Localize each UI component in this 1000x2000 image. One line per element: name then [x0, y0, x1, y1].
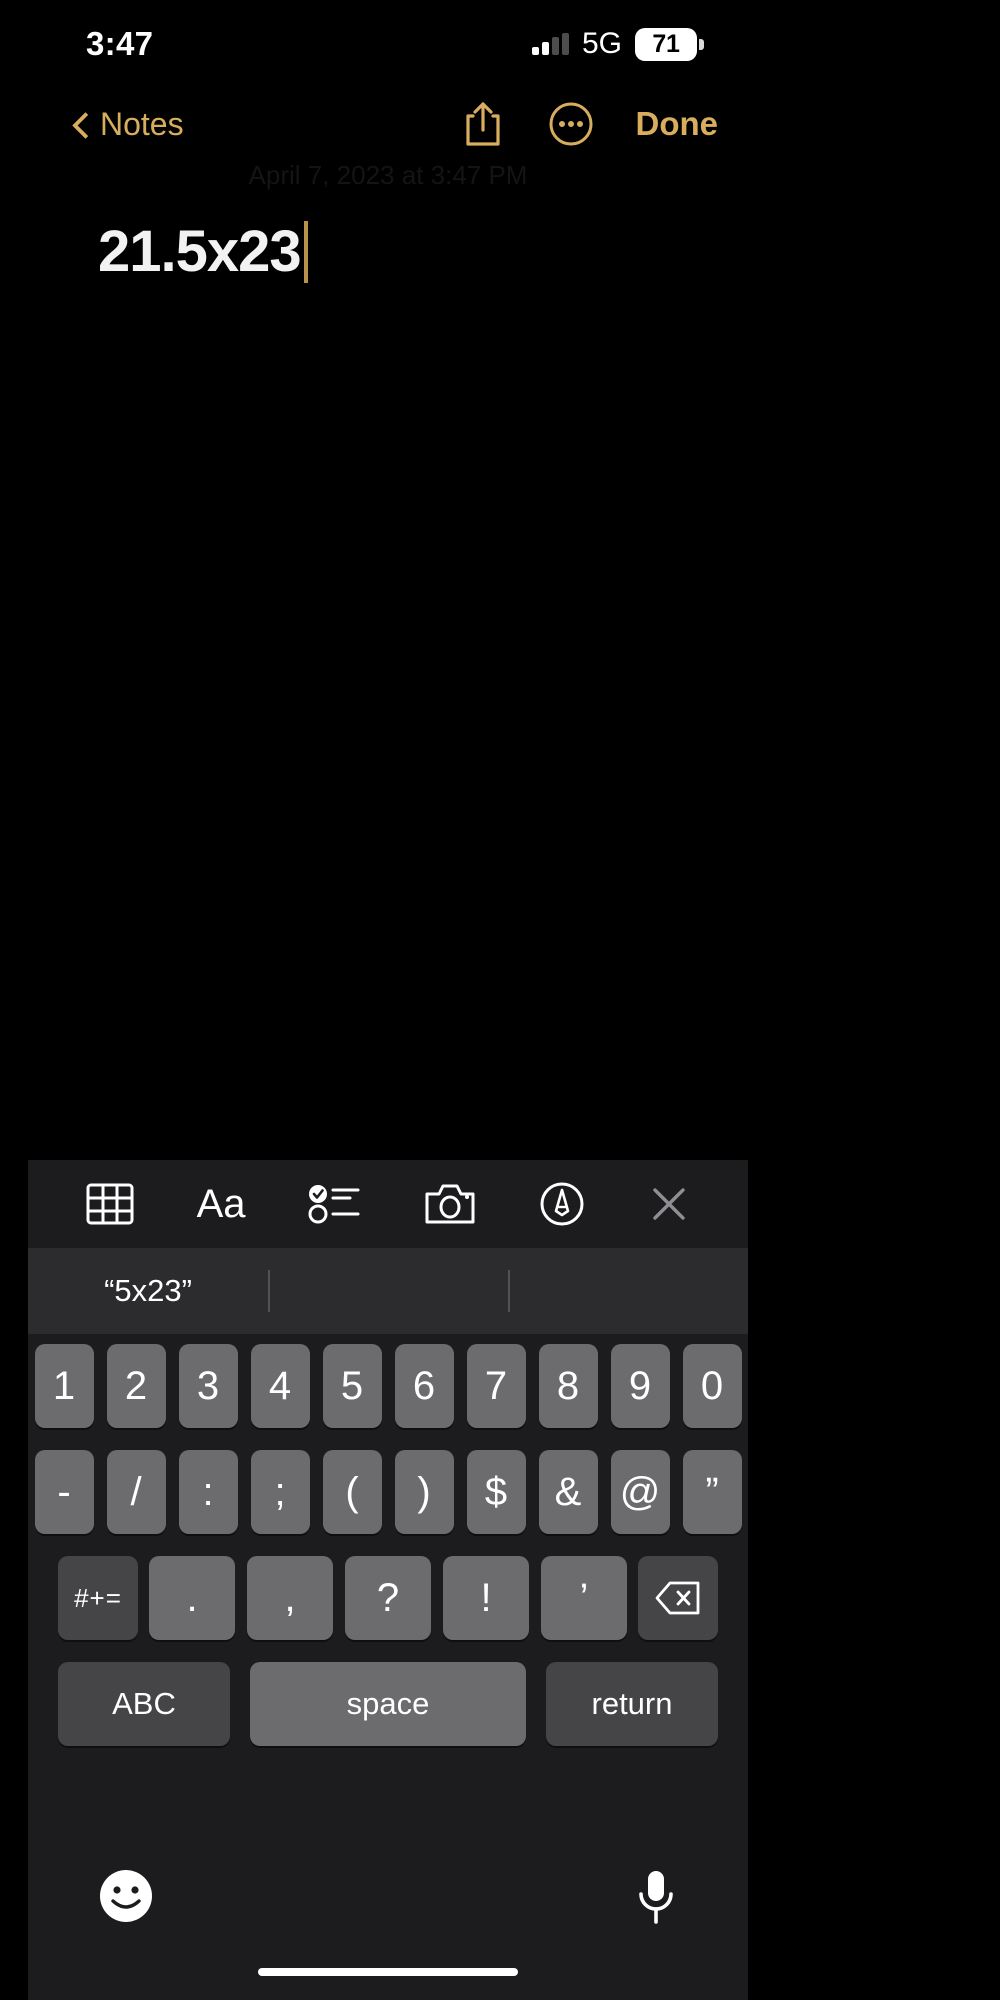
battery-body: 71 — [635, 27, 697, 61]
note-date-label: April 7, 2023 at 3:47 PM — [248, 160, 528, 190]
numeric-symbol-keyboard: 1 2 3 4 5 6 7 8 9 0 - / : ; ( ) $ & @ ” … — [28, 1334, 748, 2000]
backspace-delete-icon[interactable] — [638, 1556, 718, 1640]
key-space[interactable]: space — [250, 1662, 526, 1746]
status-bar: 3:47 5G 71 — [28, 0, 748, 88]
key-0[interactable]: 0 — [682, 1344, 742, 1428]
done-button[interactable]: Done — [636, 105, 719, 143]
keyboard-utility-row — [28, 1850, 748, 2000]
table-icon[interactable] — [86, 1183, 134, 1225]
suggestion-3[interactable] — [508, 1248, 748, 1334]
note-title-text[interactable]: 21.5x23 — [98, 218, 302, 285]
key-paren-close[interactable]: ) — [394, 1450, 454, 1534]
chevron-left-icon — [70, 114, 90, 134]
key-6[interactable]: 6 — [394, 1344, 454, 1428]
key-at[interactable]: @ — [610, 1450, 670, 1534]
keyboard-symbol-row: - / : ; ( ) $ & @ ” — [28, 1450, 748, 1534]
key-paren-open[interactable]: ( — [322, 1450, 382, 1534]
share-up-arrow-icon[interactable] — [462, 100, 504, 148]
suggestion-1[interactable]: “5x23” — [28, 1248, 268, 1334]
back-to-notes-button[interactable]: Notes — [70, 106, 184, 143]
keyboard-number-row: 1 2 3 4 5 6 7 8 9 0 — [28, 1344, 748, 1428]
punctuation-keys-group: . , ? ! ’ — [138, 1556, 638, 1640]
key-symbols-toggle[interactable]: #+= — [58, 1556, 138, 1640]
suggestion-2[interactable] — [268, 1248, 508, 1334]
text-format-icon[interactable]: Aa — [197, 1182, 246, 1227]
key-period[interactable]: . — [149, 1556, 235, 1640]
battery-level-label: 71 — [652, 29, 680, 58]
key-question[interactable]: ? — [345, 1556, 431, 1640]
key-abc-toggle[interactable]: ABC — [58, 1662, 230, 1746]
markup-pen-icon[interactable] — [539, 1181, 585, 1227]
key-quote[interactable]: ” — [682, 1450, 742, 1534]
note-editor-area[interactable]: April 7, 2023 at 3:47 PM 21.5x23 — [28, 88, 748, 1160]
camera-icon[interactable] — [423, 1182, 477, 1226]
nav-actions — [462, 100, 594, 148]
key-hyphen[interactable]: - — [34, 1450, 94, 1534]
key-ampersand[interactable]: & — [538, 1450, 598, 1534]
key-comma[interactable]: , — [247, 1556, 333, 1640]
key-apostrophe[interactable]: ’ — [541, 1556, 627, 1640]
key-semicolon[interactable]: ; — [250, 1450, 310, 1534]
key-return[interactable]: return — [546, 1662, 718, 1746]
keyboard-punctuation-row: #+= . , ? ! ’ — [28, 1556, 748, 1640]
home-indicator — [258, 1968, 518, 1976]
status-bar-indicators: 5G 71 — [532, 27, 704, 61]
key-4[interactable]: 4 — [250, 1344, 310, 1428]
key-colon[interactable]: : — [178, 1450, 238, 1534]
battery-tip — [699, 38, 704, 50]
ellipsis-circle-icon[interactable] — [548, 101, 594, 147]
network-type-label: 5G — [581, 27, 622, 60]
key-1[interactable]: 1 — [34, 1344, 94, 1428]
key-dollar[interactable]: $ — [466, 1450, 526, 1534]
checklist-icon[interactable] — [308, 1183, 360, 1225]
note-format-toolbar: Aa — [28, 1160, 748, 1248]
key-9[interactable]: 9 — [610, 1344, 670, 1428]
close-icon[interactable] — [648, 1183, 690, 1225]
key-slash[interactable]: / — [106, 1450, 166, 1534]
text-cursor — [303, 220, 308, 283]
battery-icon: 71 — [635, 27, 704, 61]
key-7[interactable]: 7 — [466, 1344, 526, 1428]
key-2[interactable]: 2 — [106, 1344, 166, 1428]
keyboard-bottom-row: ABC space return — [28, 1662, 748, 1746]
key-exclamation[interactable]: ! — [443, 1556, 529, 1640]
status-bar-clock: 3:47 — [86, 25, 154, 62]
back-button-label: Notes — [100, 105, 184, 142]
key-5[interactable]: 5 — [322, 1344, 382, 1428]
predictive-text-bar: “5x23” — [28, 1248, 748, 1334]
note-title-row[interactable]: 21.5x23 — [98, 218, 308, 285]
emoji-smiley-icon[interactable] — [98, 1868, 154, 1929]
key-8[interactable]: 8 — [538, 1344, 598, 1428]
cellular-signal-icon — [532, 33, 569, 55]
microphone-icon[interactable] — [634, 1868, 678, 1931]
phone-screen: 3:47 5G 71 April 7, 2023 at 3:47 PM 21.5… — [28, 0, 748, 2000]
navigation-bar: Notes Done — [28, 88, 748, 160]
key-3[interactable]: 3 — [178, 1344, 238, 1428]
